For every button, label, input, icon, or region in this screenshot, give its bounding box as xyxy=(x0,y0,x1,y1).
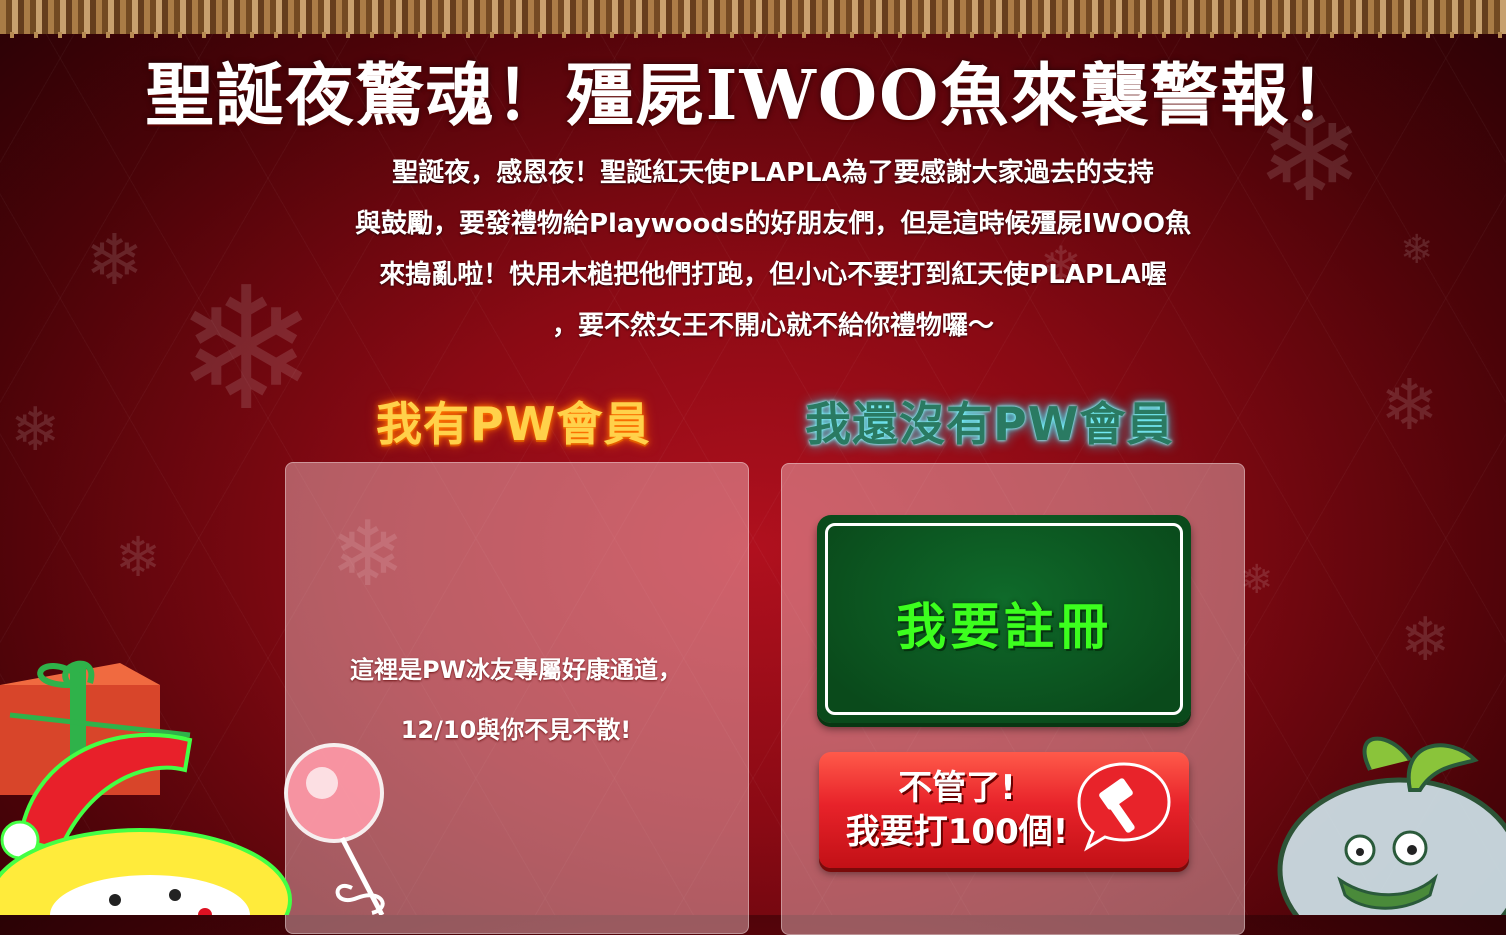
nonmember-heading: 我還沒有PW會員 xyxy=(805,397,1174,451)
page-title: 聖誕夜驚魂！殭屍IWOO魚來襲警報！ xyxy=(145,56,1361,136)
snowflake-icon: ❄ xyxy=(1380,364,1439,446)
play-now-label-line: 不管了! xyxy=(898,768,1016,808)
snowflake-icon: ❄ xyxy=(85,219,144,301)
register-button[interactable]: 我要註冊 xyxy=(817,515,1191,723)
santa-character-icon xyxy=(0,732,292,915)
play-now-label: 不管了! 我要打100個! xyxy=(837,766,1077,854)
lollipop-icon xyxy=(284,743,385,915)
intro-line: 聖誕夜，感恩夜！聖誕紅天使PLAPLA為了要感謝大家過去的支持 xyxy=(392,158,1154,188)
snowflake-icon: ❄ xyxy=(1240,557,1274,603)
member-note-line: 這裡是PW冰友專屬好康通道， xyxy=(349,656,683,684)
intro-line: ，要不然女王不開心就不給你禮物囉～ xyxy=(551,311,994,341)
intro-line: 與鼓勵，要發禮物給Playwoods的好朋友們，但是這時候殭屍IWOO魚 xyxy=(354,209,1192,239)
decorative-top-border xyxy=(0,0,1506,38)
snowflake-icon: ❄ xyxy=(115,525,162,589)
member-heading: 我有PW會員 xyxy=(376,397,651,451)
snowflake-icon: ❄ xyxy=(10,395,61,465)
intro-text: 聖誕夜，感恩夜！聖誕紅天使PLAPLA為了要感謝大家過去的支持 與鼓勵，要發禮物… xyxy=(320,148,1226,352)
intro-line: 來搗亂啦！快用木槌把他們打跑，但小心不要打到紅天使PLAPLA喔 xyxy=(379,260,1167,290)
snowflake-icon: ❄ xyxy=(1400,227,1434,273)
hammer-icon xyxy=(1077,762,1171,852)
register-button-label: 我要註冊 xyxy=(896,598,1112,656)
play-now-button[interactable]: 不管了! 我要打100個! xyxy=(819,752,1189,868)
snowflake-icon: ❄ xyxy=(175,251,318,449)
snowflake-icon: ❄ xyxy=(1400,605,1451,675)
play-now-label-line: 我要打100個! xyxy=(845,812,1069,852)
zombie-iwoo-fish-icon xyxy=(1277,736,1506,915)
